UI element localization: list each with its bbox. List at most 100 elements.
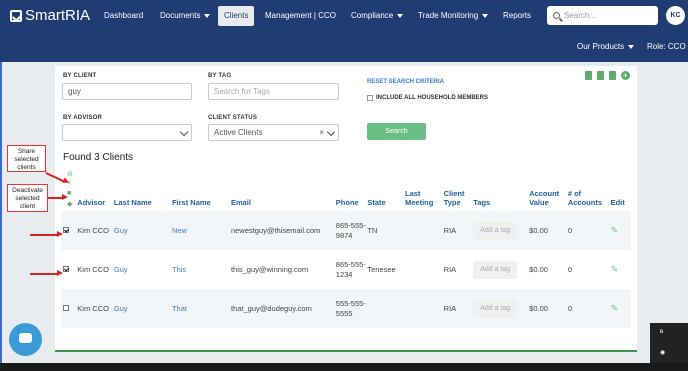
client-status-value: Active Clients — [214, 128, 263, 137]
chevron-down-icon — [204, 13, 211, 18]
logo-check-icon — [10, 9, 22, 22]
clients-panel: BY CLIENT guy BY TAG Search for Tags RES… — [55, 66, 637, 352]
col-tags[interactable]: Tags — [473, 189, 529, 211]
logo-text: SmartRIA — [25, 7, 91, 24]
logo[interactable]: SmartRIA — [10, 7, 90, 24]
row-arrow — [30, 231, 63, 237]
chevron-down-icon — [326, 127, 336, 137]
search-placeholder: Search... — [564, 11, 597, 20]
add-tag-button[interactable]: Add a tag — [473, 260, 518, 279]
deactivate-arrow — [48, 194, 68, 200]
advisor-cell: Kim CCO — [77, 289, 114, 328]
type-cell: RIA — [443, 289, 474, 328]
chevron-down-icon — [397, 13, 404, 18]
type-cell: RIA — [443, 211, 474, 250]
col-state[interactable]: State — [367, 189, 405, 211]
state-cell: Tenesee — [367, 264, 396, 274]
by-tag-input[interactable]: Search for Tags — [208, 83, 339, 100]
nav-documents[interactable]: Documents — [160, 0, 211, 32]
pencil-icon[interactable]: ✎ — [611, 264, 619, 274]
table-header-row: Advisor Last Name First Name Email Phone… — [61, 189, 631, 211]
last-name-link[interactable]: Guy — [114, 250, 172, 289]
row-checkbox[interactable] — [63, 265, 69, 272]
share-callout: Share selected clients — [7, 145, 46, 172]
reset-search-link[interactable]: RESET SEARCH CRITERIA — [367, 79, 444, 85]
state-cell: TN — [367, 211, 405, 250]
nav-reports[interactable]: Reports — [503, 0, 531, 32]
table-row[interactable]: Kim CCO Guy That that_guy@dudeguy.com 55… — [61, 289, 631, 328]
client-status-label: CLIENT STATUS — [208, 115, 258, 121]
sub-navbar: Our Products Role: CCO — [0, 32, 688, 62]
search-icon — [553, 12, 560, 19]
col-last-name[interactable]: Last Name — [114, 189, 172, 211]
by-advisor-label: BY ADVISOR — [63, 115, 103, 121]
col-last-meeting[interactable]: Last Meeting — [405, 189, 444, 211]
client-status-select[interactable]: Active Clients × — [208, 124, 339, 141]
top-navbar: SmartRIA Dashboard Documents Clients Man… — [0, 0, 688, 32]
settings-icon: ◉ — [660, 350, 666, 356]
system-tray: ʙ ◉ — [650, 323, 688, 363]
advisor-cell: Kim CCO — [77, 211, 114, 250]
col-num-accounts[interactable]: # of Accounts — [568, 189, 611, 211]
search-button[interactable]: Search — [367, 123, 426, 140]
table-row[interactable]: Kim CCO Guy This this_guy@winning.com 86… — [61, 250, 631, 289]
value-cell: $0.00 — [529, 264, 548, 274]
advisor-cell: Kim CCO — [77, 264, 109, 274]
accounts-cell: 0 — [567, 289, 611, 328]
by-advisor-select[interactable] — [62, 124, 192, 141]
avatar[interactable]: KC — [666, 6, 685, 25]
nav-management[interactable]: Management | CCO — [265, 0, 336, 32]
export-excel-icon[interactable] — [585, 71, 592, 80]
found-count: Found 3 Clients — [63, 152, 134, 163]
nav-dashboard[interactable]: Dashboard — [104, 0, 143, 32]
by-client-input[interactable]: guy — [62, 83, 192, 100]
add-client-icon[interactable]: + — [621, 71, 630, 80]
clear-icon[interactable]: × — [319, 125, 324, 140]
add-tag-button[interactable]: Add a tag — [473, 221, 518, 240]
export-csv-icon[interactable] — [609, 71, 616, 80]
bluetooth-icon: ʙ — [660, 329, 664, 335]
type-cell: RIA — [443, 264, 457, 274]
first-name-link[interactable]: New — [171, 211, 231, 250]
first-name-link[interactable]: That — [171, 289, 231, 328]
chevron-down-icon — [628, 44, 635, 49]
panel-bottom-bar — [55, 350, 637, 352]
nav-compliance[interactable]: Compliance — [351, 0, 404, 32]
household-checkbox[interactable] — [367, 95, 373, 101]
phone-cell: 865-555-9874 — [335, 211, 368, 250]
row-checkbox[interactable] — [63, 304, 69, 311]
email-cell: newestguy@thisemail.com — [230, 211, 336, 250]
pencil-icon[interactable]: ✎ — [611, 303, 619, 313]
remove-icon[interactable]: ⊖ — [67, 170, 73, 178]
col-email[interactable]: Email — [231, 189, 336, 211]
row-checkbox[interactable] — [63, 226, 69, 233]
value-cell: $0.00 — [529, 289, 568, 328]
last-name-link[interactable]: Guy — [113, 289, 172, 328]
col-account-value[interactable]: Account Value — [529, 189, 568, 211]
col-advisor[interactable]: Advisor — [77, 189, 114, 211]
taskbar — [0, 363, 688, 371]
role-label[interactable]: Role: CCO — [647, 32, 686, 62]
pencil-icon[interactable]: ✎ — [611, 225, 619, 235]
first-name-link[interactable]: This — [172, 250, 231, 289]
by-client-label: BY CLIENT — [63, 73, 97, 79]
nav-trade-monitoring[interactable]: Trade Monitoring — [418, 0, 489, 32]
col-first-name[interactable]: First Name — [172, 189, 231, 211]
chevron-down-icon — [482, 13, 489, 18]
meeting-cell — [405, 289, 444, 328]
search-input[interactable]: Search... — [547, 6, 658, 25]
our-products-menu[interactable]: Our Products — [577, 32, 635, 62]
row-arrow — [30, 270, 63, 276]
value-cell: $0.00 — [529, 211, 568, 250]
household-label: INCLUDE ALL HOUSEHOLD MEMBERS — [376, 95, 489, 101]
nav-clients[interactable]: Clients — [218, 6, 255, 26]
chat-button[interactable] — [9, 323, 42, 356]
col-client-type[interactable]: Client Type — [444, 189, 474, 211]
last-name-link[interactable]: Guy — [113, 211, 172, 250]
deactivate-callout: Deactivate selected client — [7, 184, 48, 212]
col-phone[interactable]: Phone — [336, 189, 368, 211]
table-row[interactable]: Kim CCO Guy New newestguy@thisemail.com … — [61, 211, 631, 250]
by-tag-label: BY TAG — [208, 73, 232, 79]
export-pdf-icon[interactable] — [597, 71, 604, 80]
add-tag-button[interactable]: Add a tag — [473, 299, 518, 318]
